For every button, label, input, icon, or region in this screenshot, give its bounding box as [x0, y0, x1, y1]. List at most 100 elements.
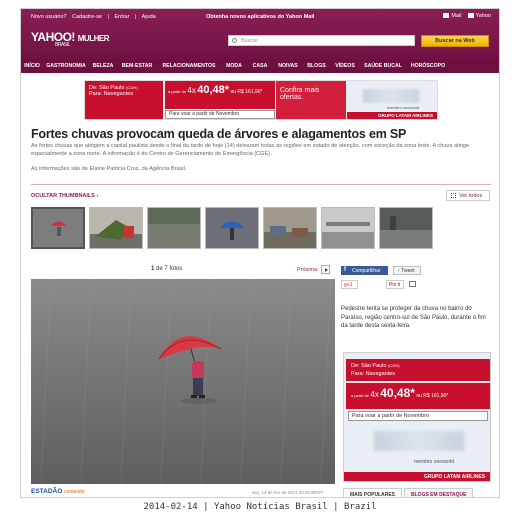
- thumbnail-strip: [31, 207, 433, 249]
- new-user-label: Novo usuário?: [31, 14, 67, 20]
- separator: |: [134, 14, 137, 20]
- view-all-label: Ver todos: [459, 193, 483, 199]
- nav-item-inicio[interactable]: INÍCIO: [21, 59, 43, 73]
- yahoo-mulher-logo[interactable]: YAHOO! MULHER BRASIL: [31, 30, 109, 48]
- nav-item-noivas[interactable]: NOIVAS: [273, 59, 303, 73]
- ad-price: a partir de 4x 40,48* ou R$ 161,90*: [165, 81, 275, 109]
- ad-price-prefix: a partir de: [351, 393, 370, 398]
- view-all-button[interactable]: Ver todos: [446, 190, 490, 201]
- ad-price-value: 40,48*: [380, 386, 415, 400]
- thumbnail-6[interactable]: [321, 207, 375, 249]
- nav-item-horoscopo[interactable]: HORÓSCOPO: [406, 59, 450, 73]
- mail-apps-link[interactable]: Obtenha novos aplicativos do Yahoo Mail: [206, 14, 314, 20]
- sidebar-ad[interactable]: De: São Paulo (CGH) Para: Navegantes a p…: [343, 352, 491, 482]
- mail-icon: [443, 13, 450, 19]
- nav-item-bem-estar[interactable]: BEM-ESTAR: [117, 59, 157, 73]
- ad-origin: De: São Paulo: [351, 363, 387, 369]
- article-credit: As informações são de Elaine Patricia Cr…: [31, 166, 187, 172]
- tweet-label: Tweet: [401, 268, 415, 274]
- ad-price-prefix: a partir de: [168, 89, 187, 94]
- separator: |: [107, 14, 109, 20]
- ad-membro: membro oneworld: [414, 459, 455, 465]
- next-photo-button[interactable]: Próxima: [297, 265, 331, 274]
- ad-grupo: GRUPO LATAM AIRLINES: [347, 112, 437, 119]
- mail-label: Mail: [451, 13, 462, 19]
- logo-section: MULHER: [77, 34, 110, 43]
- hide-thumbnails-link[interactable]: OCULTAR THUMBNAILS ›: [31, 193, 98, 199]
- ad-origin-code: (CGH): [388, 363, 400, 368]
- nav-item-blogs[interactable]: BLOGS: [303, 59, 330, 73]
- thumbnail-3[interactable]: [147, 207, 201, 249]
- ad-travel-dates: Para voar a partir de Novembro: [165, 110, 275, 119]
- nav-item-relacionamentos[interactable]: RELACIONAMENTOS: [157, 59, 221, 73]
- account-links: Novo usuário? Cadastre-se | Entrar | Aju…: [31, 14, 160, 20]
- thumbnail-7[interactable]: [379, 207, 433, 249]
- nav-item-gastronomia[interactable]: GASTRONOMIA: [43, 59, 89, 73]
- sidebar-tabs: MAIS POPULARES BLOGS EM DESTAQUE: [343, 488, 474, 497]
- thumbnail-2[interactable]: [89, 207, 143, 249]
- photo-counter: 1 de 7 fotos: [151, 266, 182, 272]
- top-bar: Novo usuário? Cadastre-se | Entrar | Aju…: [21, 9, 499, 25]
- help-link[interactable]: Ajuda: [142, 14, 156, 20]
- nav-item-casa[interactable]: CASA: [247, 59, 273, 73]
- yahoo-home-link[interactable]: Yahoo: [467, 13, 491, 19]
- tab-blogs-em-destaque[interactable]: BLOGS EM DESTAQUE: [404, 488, 474, 497]
- ad-price-total: ou R$ 161,90*: [230, 89, 263, 95]
- ad-destination: Para: Navegantes: [89, 91, 134, 97]
- airline-logo: [374, 431, 464, 451]
- ad-installments: 4x: [370, 390, 379, 399]
- photo-source-sub: conteúdo: [64, 489, 85, 495]
- image-caption-footer: 2014-02-14 | Yahoo Notícias Brasil | Bra…: [143, 502, 377, 512]
- photo-source-logo: ESTADÃO conteúdo: [31, 488, 85, 495]
- photo-pedestrian-umbrella: [31, 279, 335, 484]
- google-plus-button[interactable]: g+1: [341, 280, 358, 289]
- ad-travel-dates: Para voar a partir de Novembro: [348, 411, 488, 421]
- main-photo[interactable]: [31, 279, 335, 484]
- divider: [31, 184, 491, 185]
- signup-link[interactable]: Cadastre-se: [72, 14, 102, 20]
- ad-airline-logo: membro oneworld GRUPO LATAM AIRLINES: [347, 81, 437, 119]
- ad-price-value: 40,48*: [197, 84, 230, 96]
- photo-source: ESTADÃO: [31, 488, 63, 495]
- nav-item-saude-bucal[interactable]: SAÚDE BUCAL: [360, 59, 406, 73]
- top-right-links: Mail Yahoo: [443, 13, 491, 19]
- photo-counter-total: de 7 fotos: [156, 266, 183, 272]
- article-title: Fortes chuvas provocam queda de árvores …: [31, 127, 407, 141]
- pin-it-button[interactable]: Pin it: [386, 280, 404, 289]
- next-arrow-icon: [321, 265, 331, 274]
- tab-mais-populares[interactable]: MAIS POPULARES: [343, 488, 403, 497]
- airline-logo: [363, 89, 419, 103]
- ad-route: De: São Paulo (CGH) Para: Navegantes: [85, 81, 163, 119]
- main-nav: INÍCIO GASTRONOMIA BELEZA BEM-ESTAR RELA…: [21, 59, 499, 73]
- google-plus-label: +1: [346, 282, 353, 288]
- photo-counter-current: 1: [151, 266, 155, 272]
- thumbnail-4[interactable]: [205, 207, 259, 249]
- ad-confira: Confira mais ofertas.: [276, 81, 346, 119]
- search-input[interactable]: Buscar: [228, 35, 415, 46]
- photo-date: sex, 14 de fev de 2014 20:00 BRST: [252, 490, 324, 495]
- grid-icon: [451, 193, 456, 198]
- ad-membro: membro oneworld: [387, 105, 420, 110]
- photo-caption: Pedestre tenta se proteger da chuva no b…: [341, 306, 486, 329]
- ad-origin-code: (CGH): [126, 85, 138, 90]
- print-icon[interactable]: [409, 281, 416, 287]
- tweet-button[interactable]: ✓Tweet: [393, 266, 421, 275]
- thumbnail-5[interactable]: [263, 207, 317, 249]
- ad-route: De: São Paulo (CGH) Para: Navegantes: [346, 359, 490, 381]
- nav-item-moda[interactable]: MODA: [221, 59, 247, 73]
- mail-link[interactable]: Mail: [443, 13, 462, 19]
- browser-page: Novo usuário? Cadastre-se | Entrar | Aju…: [20, 8, 500, 498]
- search-icon: [232, 38, 237, 43]
- search-placeholder: Buscar: [241, 38, 259, 44]
- top-banner-ad[interactable]: De: São Paulo (CGH) Para: Navegantes a p…: [84, 80, 438, 120]
- signin-link[interactable]: Entrar: [114, 14, 129, 20]
- facebook-share-button[interactable]: Compartilhar: [341, 266, 388, 275]
- nav-item-beleza[interactable]: BELEZA: [89, 59, 117, 73]
- chevron-right-icon: ›: [96, 193, 99, 199]
- nav-item-videos[interactable]: VÍDEOS: [330, 59, 360, 73]
- ad-price-total: ou R$ 161,90*: [416, 393, 449, 399]
- thumbnail-1[interactable]: [31, 207, 85, 249]
- next-label: Próxima: [297, 267, 318, 273]
- ad-grupo: GRUPO LATAM AIRLINES: [344, 472, 490, 481]
- web-search-button[interactable]: Buscar na Web: [421, 35, 489, 47]
